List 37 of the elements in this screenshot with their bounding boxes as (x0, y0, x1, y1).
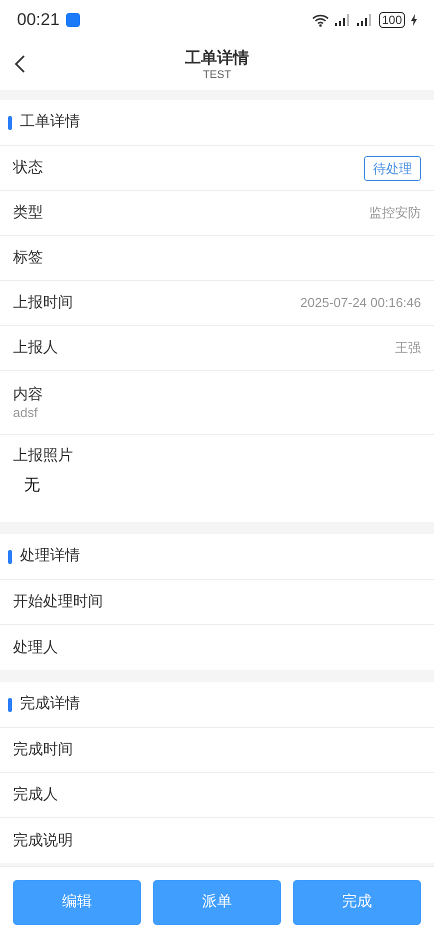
app-icon (66, 13, 80, 27)
section-title: 完成详情 (20, 694, 80, 714)
section-marker (8, 116, 12, 130)
action-button[interactable]: 完成 (293, 880, 421, 925)
charging-icon (411, 14, 417, 26)
page-subtitle: TEST (202, 68, 232, 82)
field-label: 完成时间 (13, 740, 73, 760)
status-tag: 待处理 (364, 156, 421, 180)
field-value: adsf (13, 404, 39, 420)
section-marker (8, 698, 12, 712)
field-label: 完成人 (13, 785, 58, 805)
signal-icon (356, 14, 373, 26)
field-label: 内容 (13, 384, 44, 404)
field-label: 类型 (13, 203, 43, 223)
battery-level: 100 (378, 12, 405, 28)
field-label: 上报照片 (13, 446, 74, 466)
field-value: 监控安防 (369, 204, 421, 222)
field-label: 上报时间 (13, 293, 73, 313)
field-label: 状态 (13, 158, 43, 178)
action-button[interactable]: 编辑 (13, 880, 141, 925)
page-title: 工单详情 (185, 48, 249, 68)
field-label: 处理人 (13, 638, 58, 658)
section-title: 工单详情 (20, 112, 80, 132)
field-label: 上报人 (13, 338, 58, 358)
field-value: 王强 (395, 339, 421, 358)
back-icon[interactable] (14, 55, 25, 73)
field-value: 2025-07-24 00:16:46 (300, 294, 421, 312)
signal-icon (334, 14, 351, 26)
field-label: 开始处理时间 (13, 592, 103, 612)
status-time: 00:21 (17, 9, 60, 32)
field-label: 标签 (13, 248, 43, 268)
wifi-icon (312, 14, 329, 26)
empty-photos-text: 无 (23, 476, 40, 496)
action-button[interactable]: 派单 (153, 880, 281, 925)
section-title: 处理详情 (20, 546, 80, 566)
field-label: 完成说明 (13, 830, 73, 850)
section-marker (8, 550, 12, 564)
